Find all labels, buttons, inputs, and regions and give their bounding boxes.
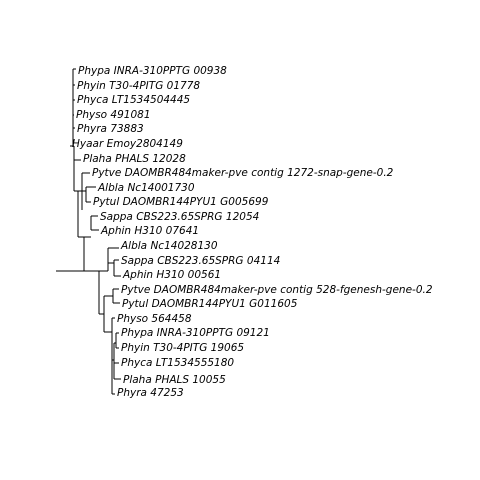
tip-label: Phyin T30-4PITG 01778 xyxy=(77,80,200,92)
tip-label: Plaha PHALS 12028 xyxy=(83,153,186,165)
tip-label: Phyra 47253 xyxy=(117,387,184,399)
tip-label: Albla Nc14028130 xyxy=(120,240,218,252)
tip-label: Aphin H310 07641 xyxy=(100,225,199,237)
tip-label: Phypa INRA-310PPTG 09121 xyxy=(121,327,270,339)
tip-label: Pytve DAOMBR484maker-pve contig 528-fgen… xyxy=(121,284,433,296)
tip-label: Phyin T30-4PITG 19065 xyxy=(121,342,244,354)
tip-label: Pytul DAOMBR144PYU1 G011605 xyxy=(122,298,298,310)
tip-label: Phyra 73883 xyxy=(77,123,144,135)
tip-labels: Phypa INRA-310PPTG 00938 Phyin T30-4PITG… xyxy=(72,65,433,399)
tip-label: Albla Nc14001730 xyxy=(97,182,195,194)
tip-label: Plaha PHALS 10055 xyxy=(123,374,226,386)
tip-label: Physo 491081 xyxy=(76,109,151,121)
tip-label: Phyca LT1534504445 xyxy=(77,94,190,106)
tip-label: Sappa CBS223.65SPRG 04114 xyxy=(121,255,280,267)
tip-label: Aphin H310 00561 xyxy=(122,269,221,281)
tip-label: Hyaar Emoy2804149 xyxy=(72,138,183,150)
tip-label: Pytve DAOMBR484maker-pve contig 1272-sna… xyxy=(92,167,394,179)
tip-label: Pytul DAOMBR144PYU1 G005699 xyxy=(93,196,269,208)
tip-label: Physo 564458 xyxy=(117,313,192,325)
phylogenetic-tree: Phypa INRA-310PPTG 00938 Phyin T30-4PITG… xyxy=(56,65,433,399)
tip-label: Phypa INRA-310PPTG 00938 xyxy=(78,65,227,77)
tip-label: Sappa CBS223.65SPRG 12054 xyxy=(100,211,259,223)
tip-label: Phyca LT1534555180 xyxy=(121,357,234,369)
